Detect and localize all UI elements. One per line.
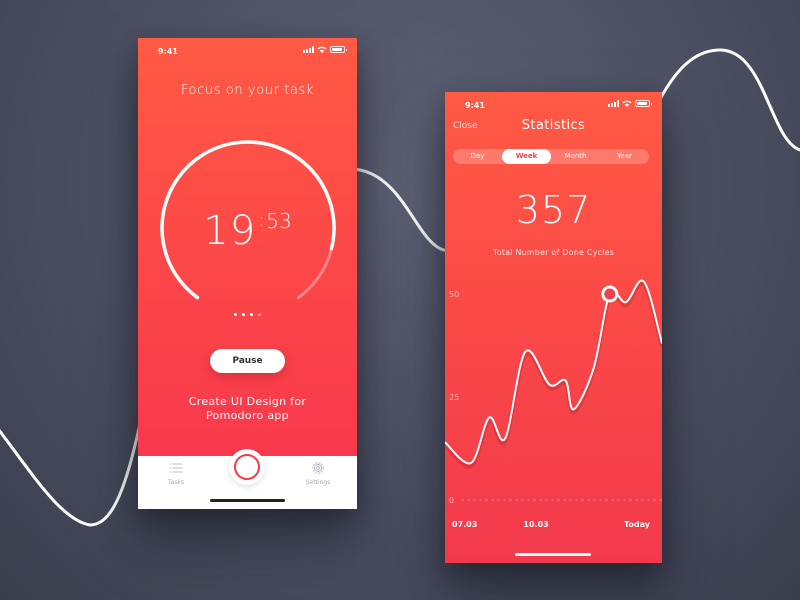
- stats-title: Statistics: [521, 118, 586, 133]
- record-circle-icon: [234, 454, 260, 480]
- home-indicator: [210, 499, 285, 502]
- list-icon: [169, 463, 183, 473]
- chart-highlight-point[interactable]: [601, 285, 619, 303]
- total-count: 357: [515, 188, 592, 232]
- total-count-label: Total Number of Done Cycles: [492, 248, 615, 257]
- chart-series-line: [445, 279, 662, 465]
- segment-month[interactable]: Month: [551, 149, 600, 164]
- status-time: 9:41: [465, 101, 485, 110]
- tab-tasks-label: Tasks: [167, 479, 185, 486]
- status-icons: [608, 100, 652, 107]
- segment-day[interactable]: Day: [453, 149, 502, 164]
- page-dot: [258, 313, 261, 316]
- period-selector: Day Week Month Year: [453, 149, 649, 164]
- timer-separator: :: [258, 210, 265, 231]
- gear-icon: [312, 462, 324, 474]
- x-tick-label: 10.03: [523, 520, 549, 529]
- tab-settings-label: Settings: [305, 479, 331, 486]
- pause-button[interactable]: Pause: [210, 349, 285, 373]
- segment-year[interactable]: Year: [600, 149, 649, 164]
- stats-phone: 9:41 Close Statistics Day Week Month Yea…: [445, 92, 662, 563]
- wifi-icon: [317, 46, 327, 53]
- background-wave: [0, 48, 800, 527]
- x-tick-label: Today: [624, 520, 650, 529]
- y-tick-label: 0: [449, 496, 454, 505]
- battery-icon: [635, 100, 652, 107]
- y-tick-label: 25: [449, 393, 459, 402]
- timer-minutes: 19: [203, 208, 257, 254]
- tab-settings[interactable]: Settings: [304, 460, 332, 486]
- home-indicator: [515, 553, 591, 556]
- cycles-chart: 50 25 0: [445, 279, 662, 505]
- status-bar: 9:41: [445, 92, 662, 114]
- y-tick-label: 50: [449, 290, 459, 299]
- battery-icon: [330, 46, 347, 53]
- chart-x-axis: 07.03 10.03 Today: [445, 520, 662, 532]
- wifi-icon: [622, 100, 632, 107]
- status-bar: 9:41: [138, 38, 357, 60]
- signal-icon: [608, 100, 619, 107]
- status-icons: [303, 46, 347, 53]
- record-button[interactable]: [229, 449, 265, 485]
- status-time: 9:41: [158, 47, 178, 56]
- current-task: Create UI Design for Pomodoro app: [138, 395, 357, 423]
- signal-icon: [303, 46, 314, 53]
- chart-line-shadow: [445, 281, 662, 469]
- tab-tasks[interactable]: Tasks: [162, 460, 190, 486]
- page-indicator: [138, 313, 357, 316]
- task-line-2: Pomodoro app: [206, 409, 289, 422]
- focus-title: Focus on your task: [180, 83, 315, 98]
- timer-seconds: 53: [266, 209, 292, 233]
- timer-phone: 9:41 Focus on your task 19:53 Pause Crea…: [138, 38, 357, 509]
- page-dot: [242, 313, 245, 316]
- task-line-1: Create UI Design for: [188, 395, 307, 408]
- segment-week[interactable]: Week: [502, 149, 551, 164]
- page-dot: [234, 313, 237, 316]
- x-tick-label: 07.03: [452, 520, 478, 529]
- page-dot: [250, 313, 253, 316]
- timer-screen: 9:41 Focus on your task 19:53 Pause Crea…: [138, 38, 357, 456]
- timer-display: 19:53: [138, 208, 357, 254]
